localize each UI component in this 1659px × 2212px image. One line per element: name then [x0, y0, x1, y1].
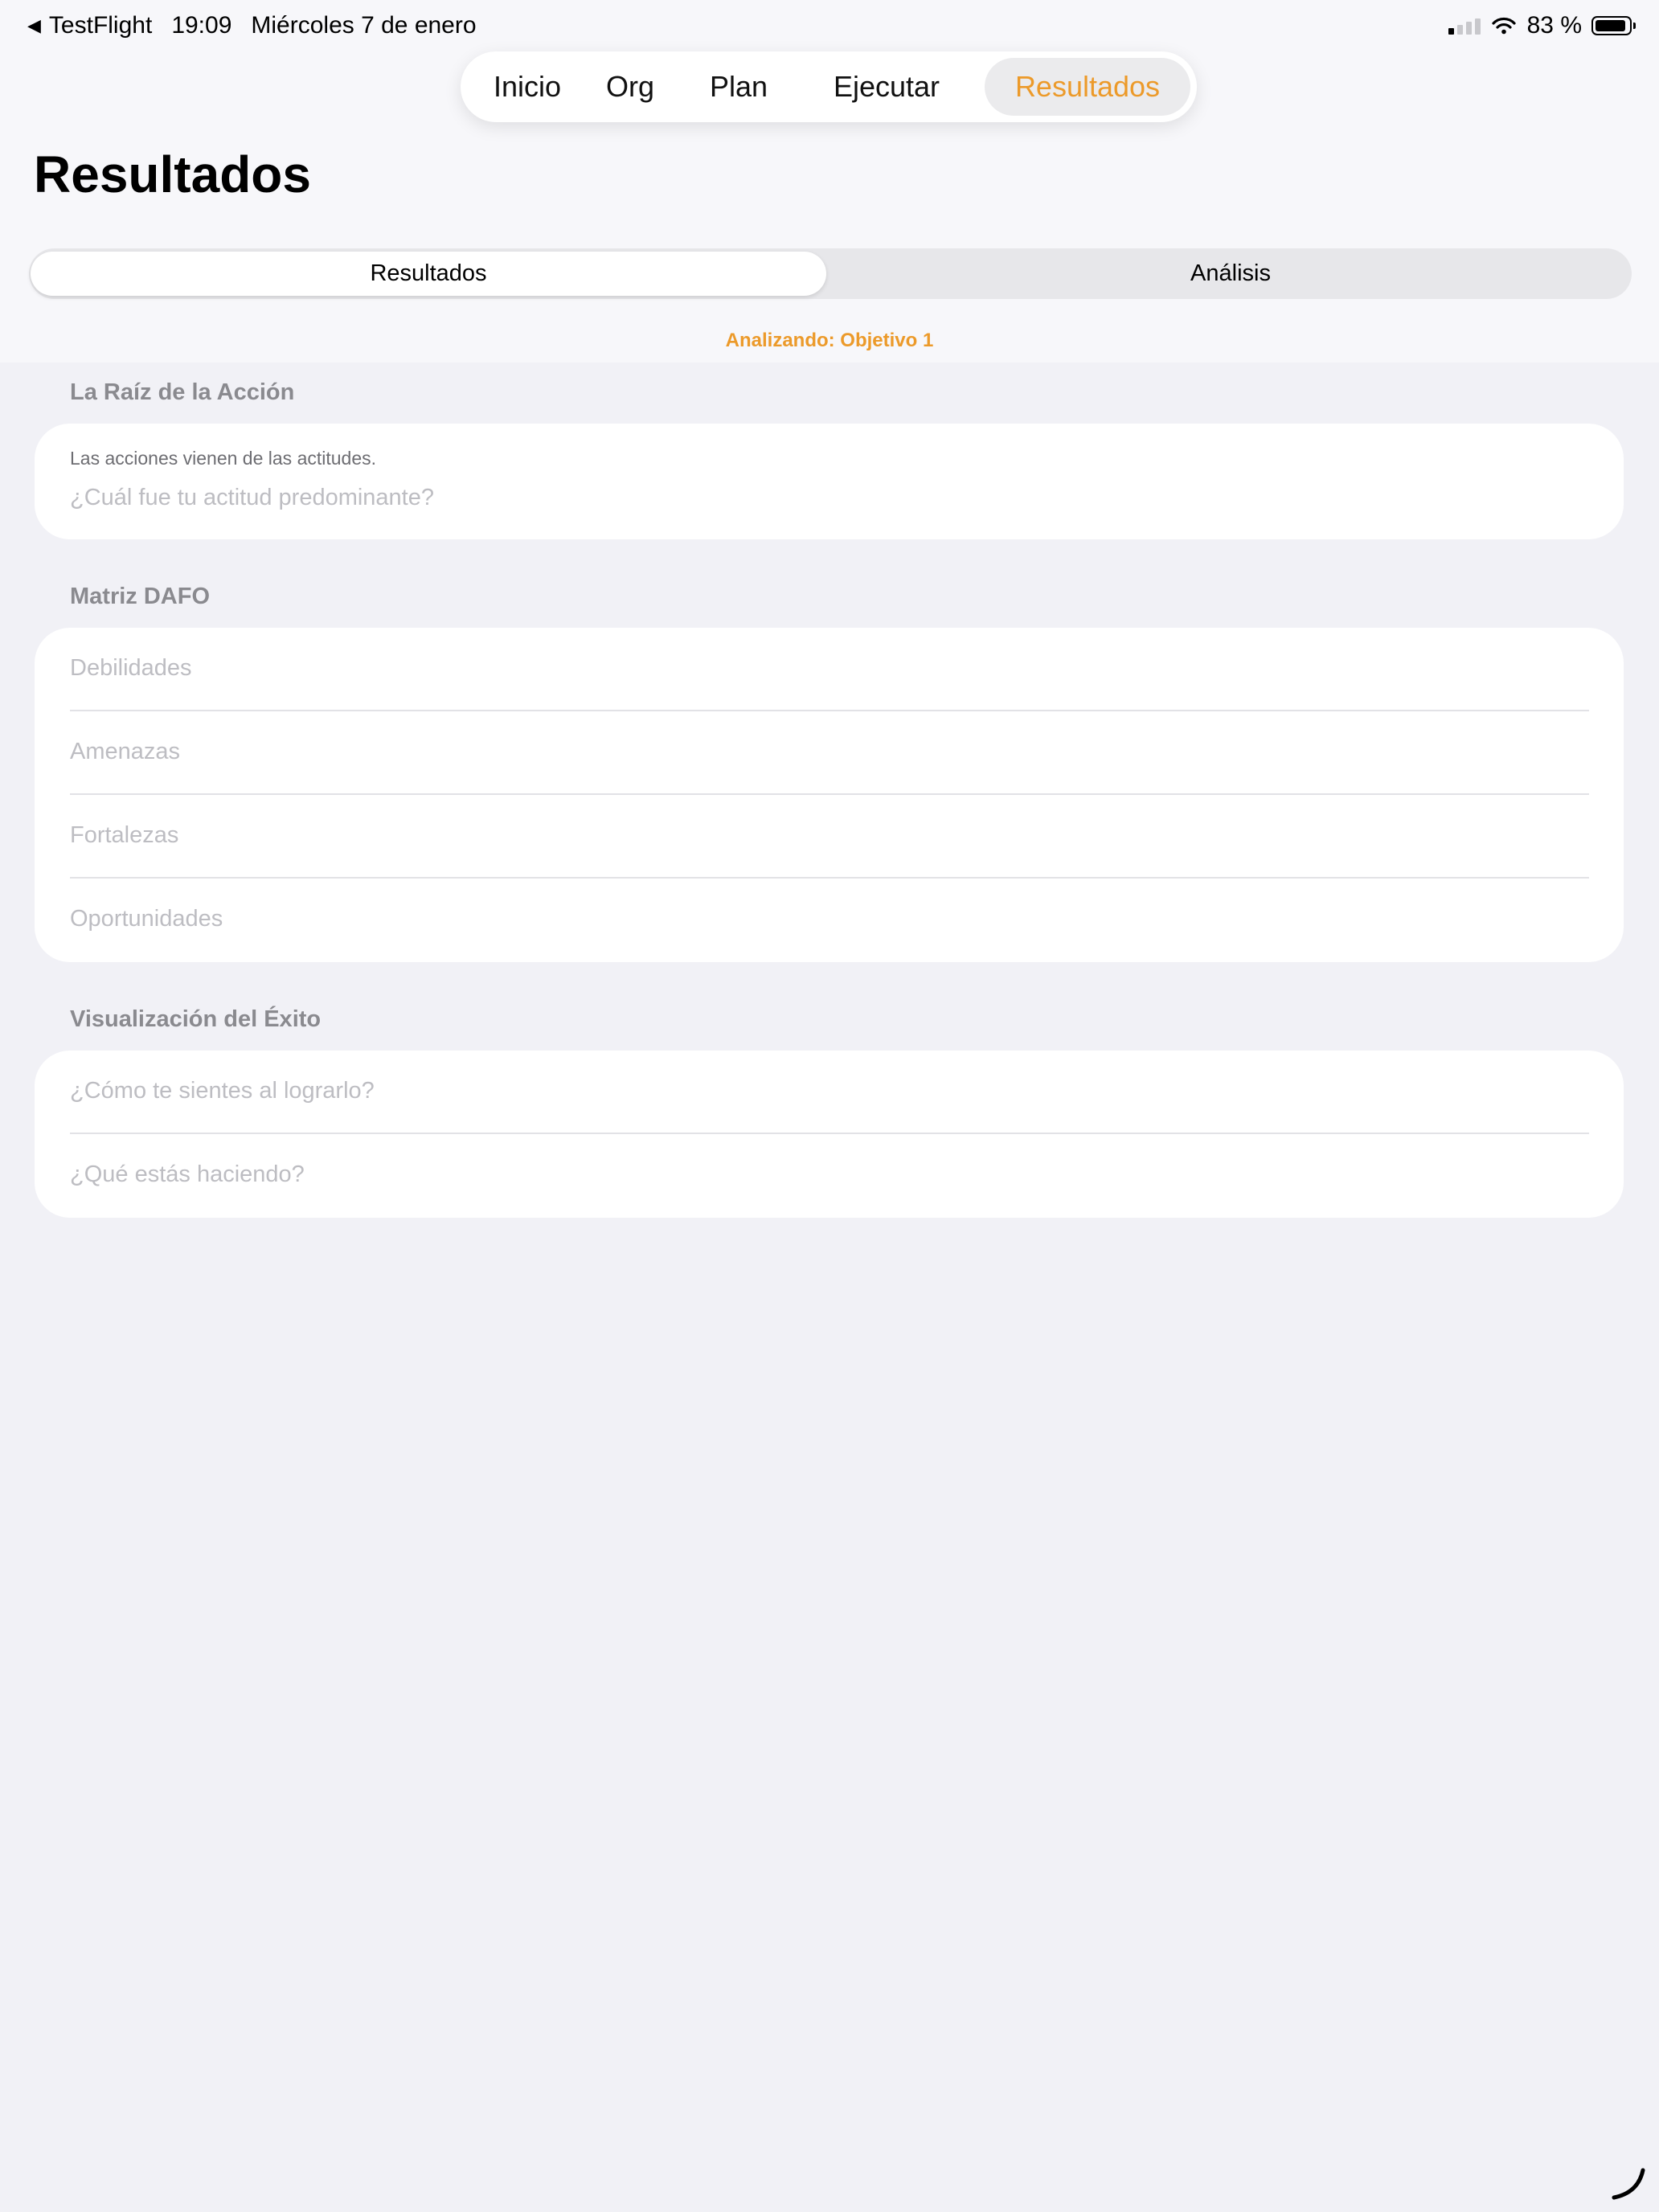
tab-ejecutar[interactable]: Ejecutar — [826, 58, 947, 116]
battery-percent: 83 % — [1526, 12, 1582, 39]
back-app-link[interactable]: TestFlight — [49, 12, 152, 39]
feeling-field[interactable]: ¿Cómo te sientes al lograrlo? — [35, 1051, 1624, 1134]
section-label-success: Visualización del Éxito — [70, 1006, 322, 1032]
segment-resultados[interactable]: Resultados — [31, 252, 826, 296]
status-date: Miércoles 7 de enero — [251, 12, 477, 39]
status-time: 19:09 — [171, 12, 232, 39]
tab-inicio[interactable]: Inicio — [485, 58, 570, 116]
feeling-placeholder: ¿Cómo te sientes al lograrlo? — [70, 1078, 375, 1104]
back-arrow-icon[interactable]: ◀ — [27, 15, 41, 36]
root-action-hint: Las acciones vienen de las actitudes. — [70, 448, 377, 469]
debilidades-field[interactable]: Debilidades — [35, 628, 1624, 711]
oportunidades-field[interactable]: Oportunidades — [35, 879, 1624, 962]
tab-org[interactable]: Org — [602, 58, 658, 116]
section-label-root-action: La Raíz de la Acción — [70, 379, 295, 405]
cellular-signal-icon — [1448, 17, 1481, 35]
amenazas-placeholder: Amenazas — [70, 739, 181, 764]
tab-plan[interactable]: Plan — [707, 58, 771, 116]
top-tab-bar: Inicio Org Plan Ejecutar Resultados — [461, 51, 1197, 122]
dafo-card: Debilidades Amenazas Fortalezas Oportuni… — [35, 628, 1624, 962]
status-bar: ◀ TestFlight 19:09 Miércoles 7 de enero … — [0, 11, 1659, 40]
fortalezas-field[interactable]: Fortalezas — [35, 795, 1624, 879]
doing-field[interactable]: ¿Qué estás haciendo? — [35, 1134, 1624, 1218]
segment-analisis[interactable]: Análisis — [833, 252, 1628, 296]
section-label-dafo: Matriz DAFO — [70, 584, 210, 609]
amenazas-field[interactable]: Amenazas — [35, 711, 1624, 795]
root-action-card: Las acciones vienen de las actitudes. ¿C… — [35, 424, 1624, 539]
success-card: ¿Cómo te sientes al lograrlo? ¿Qué estás… — [35, 1051, 1624, 1218]
oportunidades-placeholder: Oportunidades — [70, 906, 223, 932]
wifi-icon — [1492, 17, 1516, 35]
analyzing-label: Analizando: Objetivo 1 — [725, 330, 934, 351]
tab-resultados[interactable]: Resultados — [985, 58, 1190, 116]
battery-icon — [1591, 16, 1636, 35]
fortalezas-placeholder: Fortalezas — [70, 822, 179, 848]
debilidades-placeholder: Debilidades — [70, 655, 192, 681]
page-title: Resultados — [34, 145, 311, 203]
resize-corner-icon[interactable] — [1611, 2165, 1646, 2201]
attitude-input[interactable]: ¿Cuál fue tu actitud predominante? — [70, 485, 434, 511]
segmented-control: Resultados Análisis — [29, 248, 1632, 299]
doing-placeholder: ¿Qué estás haciendo? — [70, 1161, 305, 1187]
